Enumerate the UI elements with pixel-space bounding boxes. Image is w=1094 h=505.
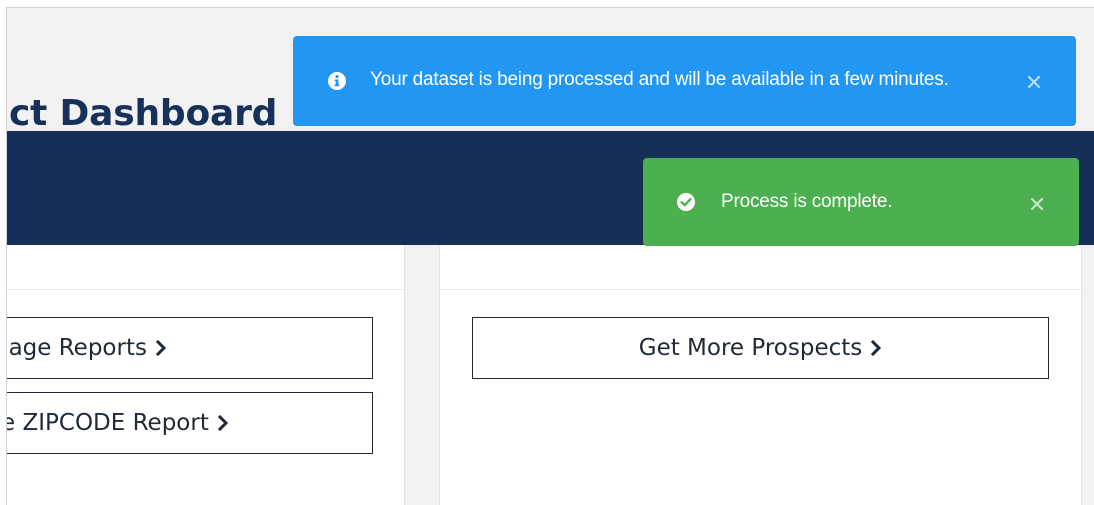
info-toast: Your dataset is being processed and will… <box>293 36 1076 126</box>
chevron-right-icon <box>871 340 882 356</box>
left-panel: nage Reports te ZIPCODE Report <box>7 245 405 505</box>
chevron-right-icon <box>155 340 167 356</box>
get-more-prospects-button[interactable]: Get More Prospects <box>472 317 1049 379</box>
zipcode-report-button[interactable]: te ZIPCODE Report <box>6 392 373 454</box>
panel-divider <box>440 289 1081 290</box>
manage-reports-button[interactable]: nage Reports <box>6 317 373 379</box>
panel-divider <box>7 289 404 290</box>
close-icon[interactable] <box>1026 74 1042 90</box>
success-toast: Process is complete. <box>643 158 1079 246</box>
zipcode-report-label: te ZIPCODE Report <box>6 410 209 436</box>
close-icon[interactable] <box>1029 196 1045 212</box>
info-circle-icon <box>328 72 346 90</box>
manage-reports-label: nage Reports <box>6 335 147 361</box>
chevron-right-icon <box>217 415 228 431</box>
get-more-prospects-label: Get More Prospects <box>638 335 863 361</box>
app-frame: ct Dashboard nage Reports te ZIPCODE Rep… <box>6 7 1094 505</box>
check-circle-icon <box>677 193 695 211</box>
info-toast-message: Your dataset is being processed and will… <box>370 69 949 90</box>
right-panel: Get More Prospects <box>439 245 1082 505</box>
success-toast-message: Process is complete. <box>721 191 893 212</box>
